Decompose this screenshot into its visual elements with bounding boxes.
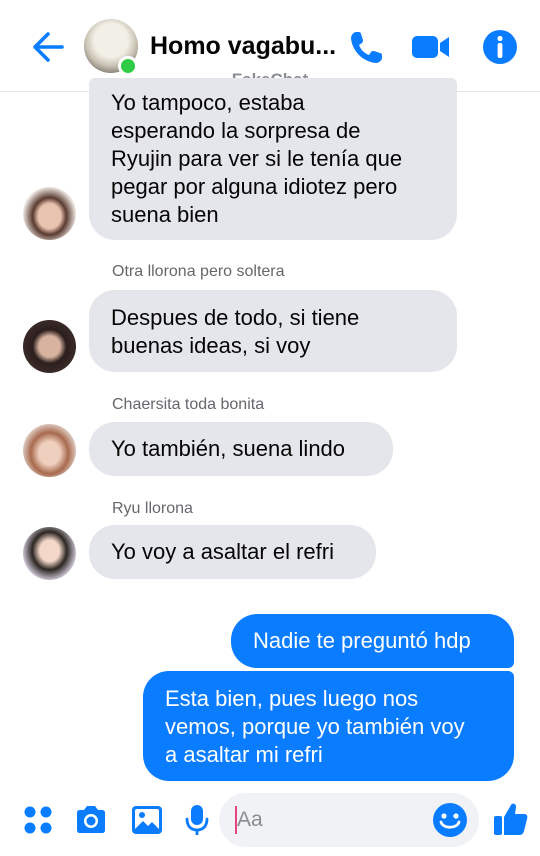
gallery-icon[interactable] [129,802,165,838]
sender-avatar[interactable] [23,424,76,477]
message-line: pegar por alguna idiotez pero [111,174,398,199]
message-bubble-outgoing[interactable]: Nadie te preguntó hdp [231,614,514,668]
message-line: Yo voy a asaltar el refri [111,539,334,564]
thumbs-up-icon[interactable] [492,800,530,838]
message-line: Esta bien, pues luego nos [165,686,419,711]
microphone-icon[interactable] [179,802,215,838]
sender-avatar[interactable] [23,527,76,580]
message-line: Yo tampoco, estaba [111,90,305,115]
message-bubble-incoming[interactable]: Yo voy a asaltar el refri [89,525,376,579]
message-bubble-incoming[interactable]: Yo tampoco, estaba esperando la sorpresa… [89,78,457,240]
message-line: buenas ideas, si voy [111,333,311,358]
message-line: Ryujin para ver si le tenía que [111,146,403,171]
sender-avatar[interactable] [23,187,76,240]
info-icon[interactable] [480,27,520,67]
emoji-icon[interactable] [431,801,469,839]
sender-name: Ryu llorona [112,500,193,517]
contact-name[interactable]: Homo vagabu... [150,32,336,61]
sender-avatar[interactable] [23,320,76,373]
message-bubble-incoming[interactable]: Despues de todo, si tiene buenas ideas, … [89,290,457,372]
message-bubble-outgoing[interactable]: Esta bien, pues luego nos vemos, porque … [143,671,514,781]
message-line: Nadie te preguntó hdp [253,628,471,653]
camera-icon[interactable] [73,802,109,838]
message-bubble-incoming[interactable]: Yo también, suena lindo [89,422,393,476]
message-line: esperando la sorpresa de [111,118,361,143]
back-arrow-icon[interactable] [28,28,66,66]
message-line: vemos, porque yo también voy [165,714,465,739]
message-line: suena bien [111,202,219,227]
message-input-placeholder: Aa [237,808,263,831]
message-line: Despues de todo, si tiene [111,305,360,330]
video-camera-icon[interactable] [410,27,450,67]
message-line: Yo también, suena lindo [111,436,346,461]
message-line: a asaltar mi refri [165,742,323,767]
apps-grid-icon[interactable] [20,802,56,838]
phone-icon[interactable] [347,27,387,67]
sender-name: Chaersita toda bonita [112,396,265,413]
sender-name: Otra llorona pero soltera [112,263,285,280]
